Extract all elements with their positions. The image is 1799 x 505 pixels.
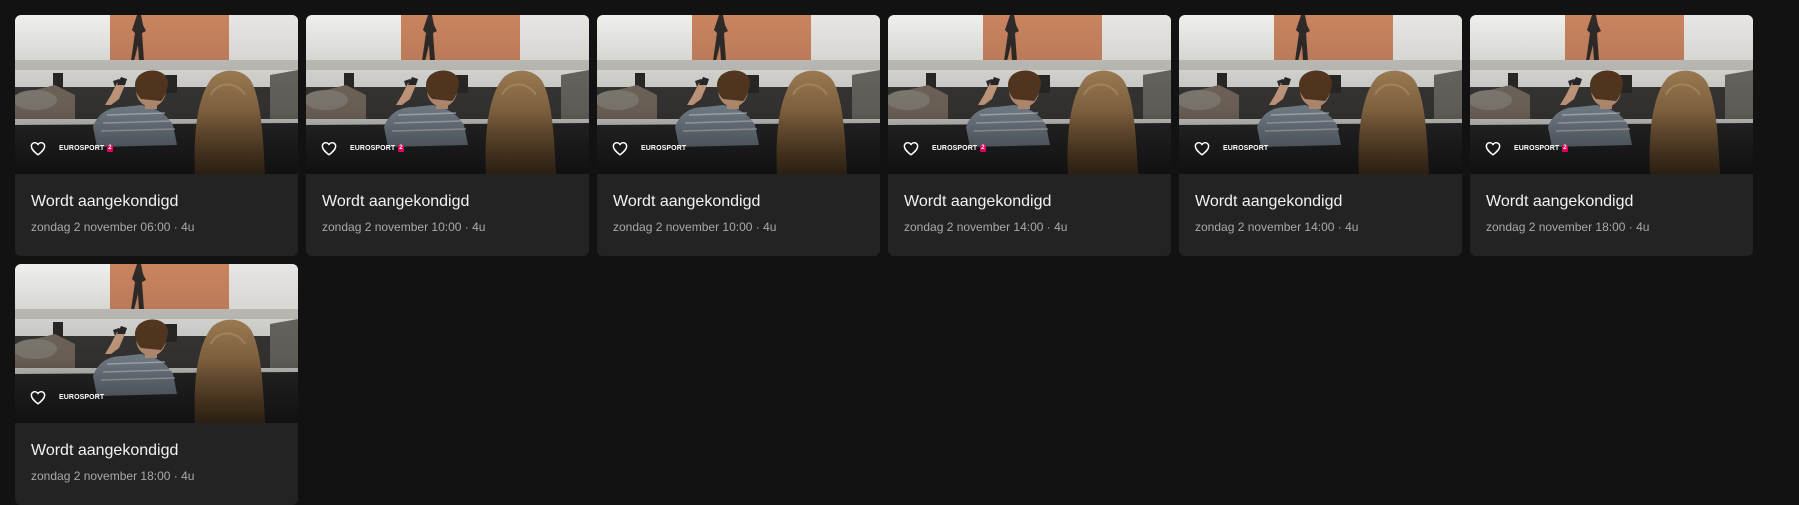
thumbnail-image (306, 15, 589, 174)
channel-logo: EUROSPORT 2 (350, 142, 404, 154)
program-card[interactable]: EUROSPORT Wordt aangekondigd zondag 2 no… (15, 264, 298, 505)
thumbnail-image (1470, 15, 1753, 174)
program-schedule: zondag 2 november 10:00 · 4u (613, 220, 777, 234)
program-thumbnail: EUROSPORT 2 (1470, 15, 1753, 174)
channel-name: EUROSPORT (932, 144, 978, 152)
program-schedule: zondag 2 november 06:00 · 4u (31, 220, 195, 234)
program-title: Wordt aangekondigd (904, 193, 1052, 210)
channel-name: EUROSPORT (641, 144, 687, 152)
heart-outline-icon (30, 141, 46, 156)
heart-outline-icon (1194, 141, 1210, 156)
heart-outline-icon (903, 141, 919, 156)
program-thumbnail: EUROSPORT 2 (15, 15, 298, 174)
program-card[interactable]: EUROSPORT 2 Wordt aangekondigd zondag 2 … (1470, 15, 1753, 256)
favorite-button[interactable] (1190, 136, 1214, 160)
program-thumbnail: EUROSPORT 2 (888, 15, 1171, 174)
channel-logo: EUROSPORT (1223, 142, 1268, 154)
favorite-button[interactable] (26, 136, 50, 160)
program-thumbnail: EUROSPORT (1179, 15, 1462, 174)
channel-number-badge: 2 (1562, 144, 1568, 152)
program-schedule: zondag 2 november 14:00 · 4u (904, 220, 1068, 234)
channel-logo: EUROSPORT (59, 391, 104, 403)
channel-number-badge: 2 (980, 144, 986, 152)
favorite-button[interactable] (26, 385, 50, 409)
program-thumbnail: EUROSPORT (15, 264, 298, 423)
channel-logo: EUROSPORT 2 (1514, 142, 1568, 154)
program-schedule: zondag 2 november 14:00 · 4u (1195, 220, 1359, 234)
channel-name: EUROSPORT (59, 144, 105, 152)
heart-outline-icon (321, 141, 337, 156)
channel-number-badge: 2 (398, 144, 404, 152)
program-card[interactable]: EUROSPORT Wordt aangekondigd zondag 2 no… (597, 15, 880, 256)
program-title: Wordt aangekondigd (322, 193, 470, 210)
program-card[interactable]: EUROSPORT 2 Wordt aangekondigd zondag 2 … (15, 15, 298, 256)
channel-name: EUROSPORT (59, 393, 105, 401)
heart-outline-icon (30, 390, 46, 405)
program-card[interactable]: EUROSPORT 2 Wordt aangekondigd zondag 2 … (888, 15, 1171, 256)
program-title: Wordt aangekondigd (31, 442, 179, 459)
favorite-button[interactable] (1481, 136, 1505, 160)
program-card[interactable]: EUROSPORT 2 Wordt aangekondigd zondag 2 … (306, 15, 589, 256)
program-schedule: zondag 2 november 18:00 · 4u (31, 469, 195, 483)
thumbnail-image (15, 15, 298, 174)
heart-outline-icon (1485, 141, 1501, 156)
channel-logo: EUROSPORT (641, 142, 686, 154)
program-card[interactable]: EUROSPORT Wordt aangekondigd zondag 2 no… (1179, 15, 1462, 256)
channel-name: EUROSPORT (350, 144, 396, 152)
thumbnail-image (597, 15, 880, 174)
program-grid: EUROSPORT 2 Wordt aangekondigd zondag 2 … (15, 15, 1785, 505)
thumbnail-image (15, 264, 298, 423)
program-title: Wordt aangekondigd (613, 193, 761, 210)
program-thumbnail: EUROSPORT 2 (306, 15, 589, 174)
channel-logo: EUROSPORT 2 (932, 142, 986, 154)
program-schedule: zondag 2 november 10:00 · 4u (322, 220, 486, 234)
channel-name: EUROSPORT (1514, 144, 1560, 152)
thumbnail-image (1179, 15, 1462, 174)
program-title: Wordt aangekondigd (1486, 193, 1634, 210)
channel-name: EUROSPORT (1223, 144, 1269, 152)
channel-number-badge: 2 (107, 144, 113, 152)
heart-outline-icon (612, 141, 628, 156)
program-title: Wordt aangekondigd (31, 193, 179, 210)
program-schedule: zondag 2 november 18:00 · 4u (1486, 220, 1650, 234)
channel-logo: EUROSPORT 2 (59, 142, 113, 154)
favorite-button[interactable] (317, 136, 341, 160)
program-title: Wordt aangekondigd (1195, 193, 1343, 210)
favorite-button[interactable] (899, 136, 923, 160)
thumbnail-image (888, 15, 1171, 174)
program-thumbnail: EUROSPORT (597, 15, 880, 174)
favorite-button[interactable] (608, 136, 632, 160)
